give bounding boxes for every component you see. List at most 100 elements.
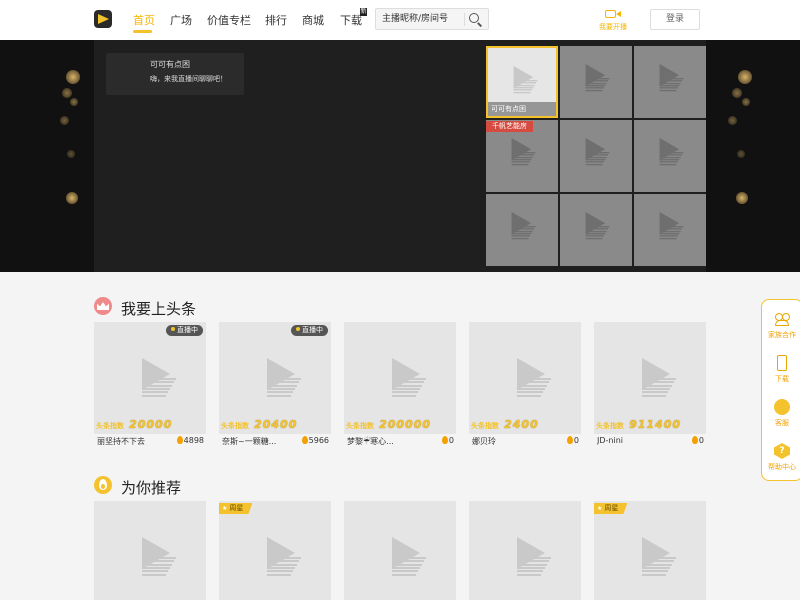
headline-title: 我要上头条 bbox=[121, 300, 197, 318]
hero-room-tile[interactable]: 千帆艺能房 bbox=[486, 120, 558, 192]
card-thumbnail[interactable]: 直播中头条指数 20000 bbox=[94, 322, 206, 434]
login-button[interactable]: 登录 bbox=[650, 9, 700, 30]
play-placeholder-icon bbox=[580, 212, 610, 239]
streamer-name: 梦黎☔寒心... bbox=[347, 437, 394, 446]
phone-icon bbox=[777, 355, 787, 371]
card-thumbnail[interactable]: 头条指数 911400 bbox=[594, 322, 706, 434]
play-placeholder-icon bbox=[654, 138, 684, 165]
nav-mall[interactable]: 商城 bbox=[302, 12, 324, 28]
hero-room-tile[interactable]: 可可有点困 bbox=[486, 46, 558, 118]
go-live-button[interactable]: 我要开播 bbox=[596, 9, 630, 33]
heat-value: 0 bbox=[698, 436, 704, 445]
headline-index: 头条指数 20400 bbox=[221, 413, 297, 432]
nav-plaza[interactable]: 广场 bbox=[170, 12, 192, 28]
flame-icon bbox=[94, 476, 112, 494]
streamer-message: 嗨，来我直播间聊聊吧！ bbox=[150, 75, 227, 83]
card-thumbnail[interactable]: 周星 bbox=[594, 501, 706, 600]
customer-service-button[interactable]: 客服 bbox=[762, 394, 800, 434]
tile-caption: 可可有点困 bbox=[488, 102, 556, 116]
hero-room-tile[interactable] bbox=[560, 46, 632, 118]
play-placeholder-icon bbox=[634, 537, 680, 577]
play-placeholder-icon bbox=[506, 212, 536, 239]
site-logo[interactable] bbox=[94, 10, 112, 28]
fire-icon bbox=[301, 436, 308, 444]
streamer-info-card[interactable]: 可可有点困 嗨，来我直播间聊聊吧！ bbox=[106, 53, 244, 95]
heat-value: 0 bbox=[573, 436, 579, 445]
card-thumbnail[interactable] bbox=[344, 501, 456, 600]
nav-value-column[interactable]: 价值专栏 bbox=[207, 12, 251, 28]
search-box bbox=[375, 8, 489, 30]
play-placeholder-icon bbox=[654, 212, 684, 239]
download-new-badge: 新 bbox=[360, 8, 367, 16]
play-placeholder-icon bbox=[384, 358, 430, 398]
streamer-name: 丽坚持不下去 bbox=[97, 437, 145, 446]
live-badge: 直播中 bbox=[166, 325, 203, 336]
card-thumbnail[interactable]: 直播中头条指数 20400 bbox=[219, 322, 331, 434]
help-center-button[interactable]: ? 帮助中心 bbox=[762, 438, 800, 478]
download-app-button[interactable]: 下载 bbox=[762, 350, 800, 390]
family-cooperation-label: 家族合作 bbox=[768, 331, 796, 339]
nav-home[interactable]: 首页 bbox=[133, 12, 155, 28]
headline-index-label: 头条指数 bbox=[96, 422, 124, 430]
streamer-name: 可可有点困 bbox=[150, 60, 190, 69]
headline-index-value: 2400 bbox=[504, 418, 539, 431]
download-app-label: 下载 bbox=[775, 375, 789, 383]
nav-download[interactable]: 下载 bbox=[340, 12, 362, 28]
heat-count: 5966 bbox=[301, 436, 329, 445]
heat-count: 4898 bbox=[176, 436, 204, 445]
search-icon[interactable] bbox=[468, 12, 484, 28]
fire-icon bbox=[441, 436, 448, 444]
play-placeholder-icon bbox=[506, 138, 536, 165]
play-placeholder-icon bbox=[634, 358, 680, 398]
play-placeholder-icon bbox=[508, 66, 538, 93]
play-placeholder-icon bbox=[259, 537, 305, 577]
heat-count: 0 bbox=[441, 436, 454, 445]
headline-index: 头条指数 20000 bbox=[96, 413, 172, 432]
hero-room-tile[interactable] bbox=[634, 120, 706, 192]
search-divider bbox=[464, 13, 465, 26]
headline-index-value: 20000 bbox=[129, 418, 173, 431]
customer-service-label: 客服 bbox=[775, 419, 789, 427]
family-cooperation-button[interactable]: 家族合作 bbox=[762, 306, 800, 346]
hero-room-tile[interactable] bbox=[560, 194, 632, 266]
hero-room-tile[interactable] bbox=[634, 46, 706, 118]
streamer-name: 奈斯~一颗糖... bbox=[222, 437, 277, 446]
week-star-badge: 周星 bbox=[594, 503, 628, 514]
play-placeholder-icon bbox=[509, 537, 555, 577]
headline-index-label: 头条指数 bbox=[221, 422, 249, 430]
headline-index-value: 200000 bbox=[379, 418, 432, 431]
recommend-title: 为你推荐 bbox=[121, 479, 182, 497]
hero-room-tile[interactable] bbox=[634, 194, 706, 266]
streamer-name: JD-nini bbox=[597, 436, 623, 445]
go-live-label: 我要开播 bbox=[599, 23, 627, 31]
search-input[interactable] bbox=[382, 11, 464, 27]
live-badge: 直播中 bbox=[291, 325, 328, 336]
streamer-name: 娜贝玲 bbox=[472, 437, 496, 446]
heat-count: 0 bbox=[566, 436, 579, 445]
nav-ranking[interactable]: 排行 bbox=[265, 12, 287, 28]
heat-value: 4898 bbox=[183, 436, 204, 445]
play-placeholder-icon bbox=[134, 537, 180, 577]
heat-count: 0 bbox=[691, 436, 704, 445]
top-header: 首页 广场 价值专栏 排行 商城 下载 新 我要开播 登录 bbox=[0, 0, 800, 40]
hero-room-tile[interactable] bbox=[486, 194, 558, 266]
headline-index: 头条指数 911400 bbox=[596, 413, 681, 432]
fire-icon bbox=[176, 436, 183, 444]
headline-index-value: 911400 bbox=[629, 418, 682, 431]
card-thumbnail[interactable]: 头条指数 2400 bbox=[469, 322, 581, 434]
chat-icon bbox=[774, 399, 790, 415]
play-placeholder-icon bbox=[259, 358, 305, 398]
help-icon: ? bbox=[774, 443, 790, 459]
card-thumbnail[interactable]: 头条指数 200000 bbox=[344, 322, 456, 434]
help-center-label: 帮助中心 bbox=[768, 463, 796, 471]
hero-room-tile[interactable] bbox=[560, 120, 632, 192]
tile-ribbon: 千帆艺能房 bbox=[486, 121, 533, 132]
card-thumbnail[interactable]: 周星 bbox=[219, 501, 331, 600]
heat-value: 5966 bbox=[308, 436, 329, 445]
play-placeholder-icon bbox=[509, 358, 555, 398]
card-thumbnail[interactable] bbox=[469, 501, 581, 600]
camera-icon bbox=[605, 9, 621, 19]
play-placeholder-icon bbox=[134, 358, 180, 398]
card-thumbnail[interactable] bbox=[94, 501, 206, 600]
headline-index-label: 头条指数 bbox=[596, 422, 624, 430]
